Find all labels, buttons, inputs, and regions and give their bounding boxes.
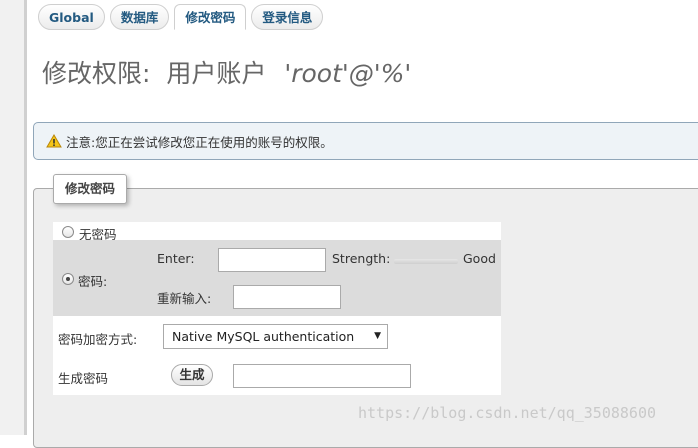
watermark: https://blog.csdn.net/qq_35088600 — [358, 404, 657, 422]
tab-global[interactable]: Global — [38, 4, 105, 30]
password-label: 密码: — [78, 274, 108, 289]
hashing-select[interactable]: Native MySQL authentication ▼ — [163, 324, 388, 349]
change-password-form: 无密码 密码: Enter: Strength: Good 重新输入: 密码加密… — [53, 222, 501, 395]
enter-label: Enter: — [157, 251, 195, 266]
password-radio[interactable] — [62, 273, 74, 285]
tab-login-information[interactable]: 登录信息 — [251, 4, 324, 30]
reenter-password-input[interactable] — [233, 285, 341, 309]
generate-password-label: 生成密码 — [58, 371, 109, 386]
left-navigation-edge — [0, 0, 27, 435]
page-title-account-label: 用户账户 — [166, 59, 267, 88]
notice-text: 注意:您正在尝试修改您正在使用的账号的权限。 — [66, 134, 333, 150]
notice-box: 注意:您正在尝试修改您正在使用的账号的权限。 — [33, 122, 698, 160]
page-title-user: 'root'@'%' — [284, 59, 412, 88]
strength-value: Good — [463, 251, 496, 266]
strength-meter — [394, 259, 458, 264]
no-password-row: 无密码 — [53, 222, 501, 242]
change-password-legend: 修改密码 — [53, 174, 128, 204]
password-input[interactable] — [218, 248, 326, 272]
strength-label: Strength: — [332, 251, 391, 266]
dropdown-arrow-icon: ▼ — [374, 331, 381, 341]
warning-icon — [46, 134, 62, 148]
tab-databases[interactable]: 数据库 — [109, 4, 170, 30]
tab-bar: Global 数据库 修改密码 登录信息 — [38, 4, 324, 30]
hashing-selected-value: Native MySQL authentication — [172, 329, 355, 344]
generate-password-button[interactable]: 生成 — [171, 364, 213, 386]
generated-password-input[interactable] — [233, 364, 411, 388]
tab-change-password[interactable]: 修改密码 — [174, 4, 247, 30]
hashing-label: 密码加密方式: — [58, 332, 138, 347]
page-title-prefix: 修改权限: — [42, 59, 151, 88]
reenter-label: 重新输入: — [157, 291, 212, 306]
page-title: 修改权限: 用户账户 'root'@'%' — [42, 54, 411, 90]
no-password-radio[interactable] — [62, 226, 74, 238]
password-row: 密码: Enter: Strength: Good 重新输入: — [53, 240, 501, 316]
